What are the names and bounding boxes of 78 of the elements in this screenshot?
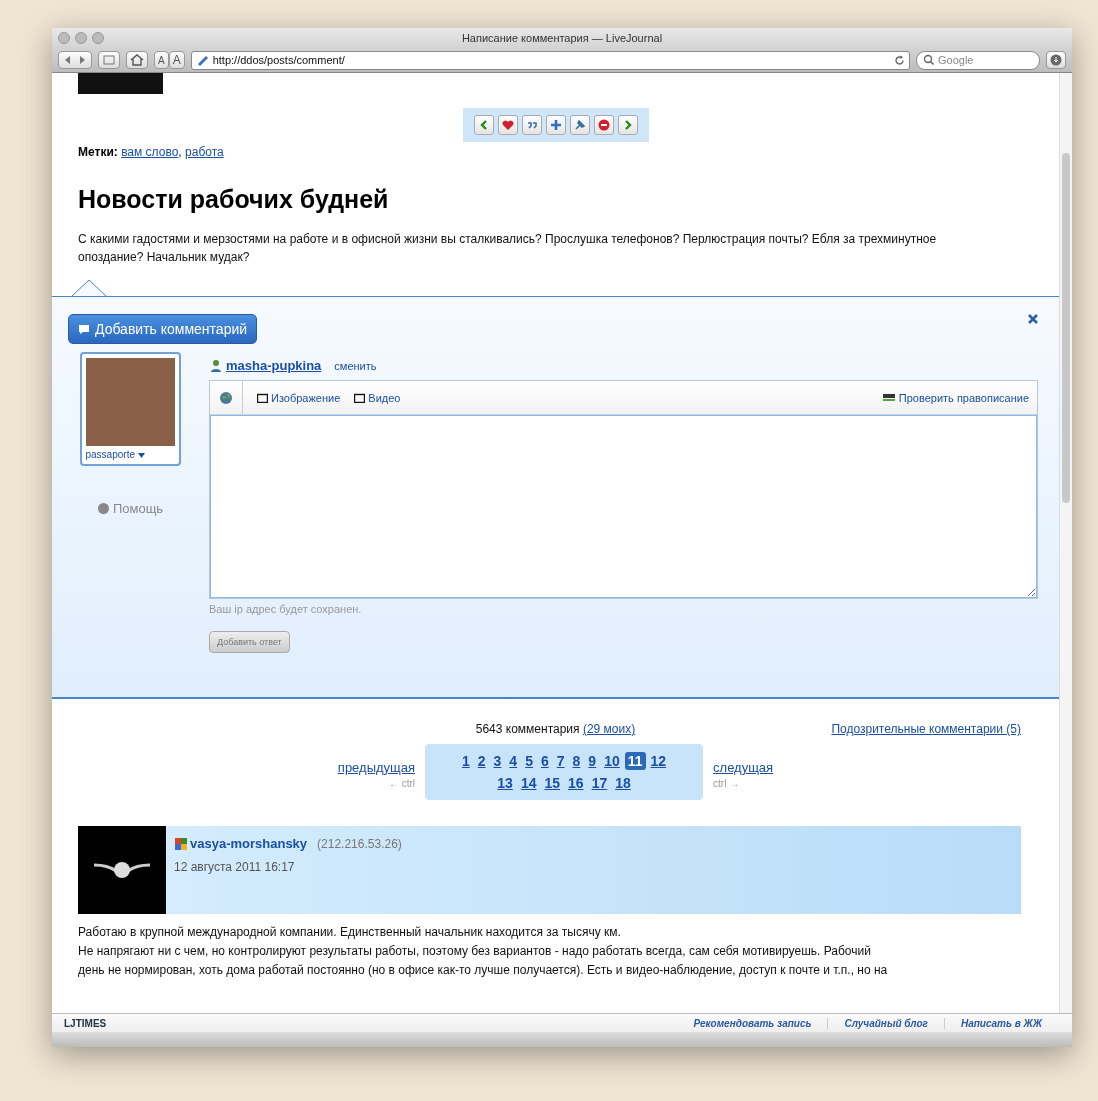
spellcheck-icon [881, 393, 896, 402]
page-link[interactable]: 8 [569, 752, 584, 770]
username-link[interactable]: vasya-morshansky [190, 836, 308, 851]
stop-icon[interactable] [593, 115, 614, 135]
reload-icon[interactable] [894, 54, 905, 66]
post-text: С какими гадостями и мерзостями на работе и в офисной жизни вы сталкивались? Прослушка телефонов? Перлюстрация почты? Ебля за трехминутное опоздание? Начальник мудак? [78, 231, 938, 266]
page-link[interactable]: 4 [506, 752, 521, 770]
tag-separator: , [178, 145, 183, 159]
page-link[interactable]: 14 [517, 774, 540, 792]
user-icon [209, 358, 223, 373]
next-icon[interactable] [617, 115, 638, 135]
previous-page-link[interactable]: предыдущая [337, 760, 416, 775]
comment-input[interactable] [210, 415, 1037, 598]
plus-icon[interactable] [545, 115, 566, 135]
comment-text: Работаю в крупной международной компании. Единственный начальник находится за тысячу км. [78, 924, 622, 941]
ip-address: (212.216.53.26) [317, 836, 402, 851]
page-link[interactable]: 11 [624, 752, 646, 770]
page-link[interactable]: 12 [647, 752, 670, 770]
my-comments-link[interactable]: (29 моих) [582, 722, 636, 736]
userpic-card[interactable]: passaporte [79, 352, 181, 466]
ip-note: Ваш ip адрес будет сохранен. [209, 603, 363, 615]
back-forward-button[interactable] [58, 51, 92, 69]
page-link[interactable]: 17 [588, 774, 611, 792]
page-link[interactable]: 9 [585, 752, 600, 770]
post-title: Новости рабочих будней [78, 185, 390, 214]
text-smaller-button[interactable]: A [154, 51, 169, 69]
caret-icon [137, 453, 145, 458]
tags-label: Метки: [78, 145, 118, 159]
pin-icon[interactable] [569, 115, 590, 135]
page-link[interactable]: 6 [537, 752, 552, 770]
submit-button[interactable]: Добавить ответ [209, 631, 290, 653]
page-link[interactable]: 1 [458, 752, 473, 770]
shortcut-hint: ← ctrl [388, 778, 416, 789]
page-link[interactable]: 15 [541, 774, 564, 792]
username-link[interactable]: masha-pupkina [226, 358, 322, 373]
page-link[interactable]: 3 [490, 752, 505, 770]
footer-link[interactable]: Случайный блог [827, 1017, 944, 1029]
page-link[interactable]: 18 [612, 774, 634, 792]
media-icon [354, 392, 366, 403]
speech-bubble-icon [78, 323, 90, 335]
footer-link[interactable]: Рекомендовать запись [677, 1017, 828, 1029]
address-field[interactable]: http://ddos/posts/comment/ [190, 50, 910, 70]
help-link[interactable]: Помощь [97, 501, 164, 516]
bookmark-icon [102, 54, 116, 66]
suspicious-comments-link[interactable]: Подозрительные комментарии (5) [831, 722, 1021, 736]
openid-icon [174, 836, 188, 851]
comment-date: 12 августа 2011 16:17 [174, 860, 296, 874]
footer-logo: LJTIMES [64, 1017, 107, 1029]
comment-text: Не напрягают ни с чем, но контролируют результаты работы, поэтому без вариантов - надо работать всегда, сам себя мотивируешь. Рабочий [78, 943, 872, 960]
add-comment-button[interactable]: Добавить комментарий [68, 314, 258, 344]
search-icon [923, 54, 935, 66]
switch-user-link[interactable]: сменить [334, 359, 377, 372]
comment-count: 5643 комментария [475, 722, 580, 736]
footer-link[interactable]: Написать в ЖЖ [943, 1017, 1058, 1029]
page-link[interactable]: 13 [494, 774, 516, 792]
page-link[interactable]: 2 [474, 752, 489, 770]
home-button[interactable] [126, 51, 148, 69]
shortcut-hint: ctrl → [713, 778, 741, 789]
page-link[interactable]: 5 [522, 752, 536, 770]
media-icon [257, 392, 268, 403]
bookmark-button[interactable] [98, 51, 120, 69]
tag-link[interactable]: работа [185, 145, 224, 159]
page-link[interactable]: 10 [601, 752, 623, 770]
download-button[interactable] [1046, 51, 1066, 69]
window-title: Написание комментария — LiveJournal [461, 32, 663, 44]
search-field[interactable]: Google [916, 50, 1040, 70]
userpic-selector[interactable]: passaporte [85, 449, 175, 460]
page-link[interactable]: 16 [565, 774, 587, 792]
text-bigger-button[interactable]: A [168, 51, 185, 69]
previous-icon[interactable] [473, 115, 494, 135]
scrollbar-thumb[interactable] [1062, 153, 1070, 503]
spellcheck-button[interactable]: Проверить правописание [881, 391, 1029, 404]
page-link[interactable]: 7 [553, 752, 568, 770]
editor-tool-button[interactable]: Изображение [257, 391, 341, 404]
editor-tool-button[interactable]: Видео [354, 391, 401, 404]
comment-text: день не нормирован, хоть дома работай постоянно (но в офисе как-то лучше получается). Есть и видео-наблюдение, доступ к почте и т.п., но на [78, 962, 889, 979]
next-page-link[interactable]: следущая [713, 760, 774, 775]
quote-icon[interactable] [521, 115, 542, 135]
